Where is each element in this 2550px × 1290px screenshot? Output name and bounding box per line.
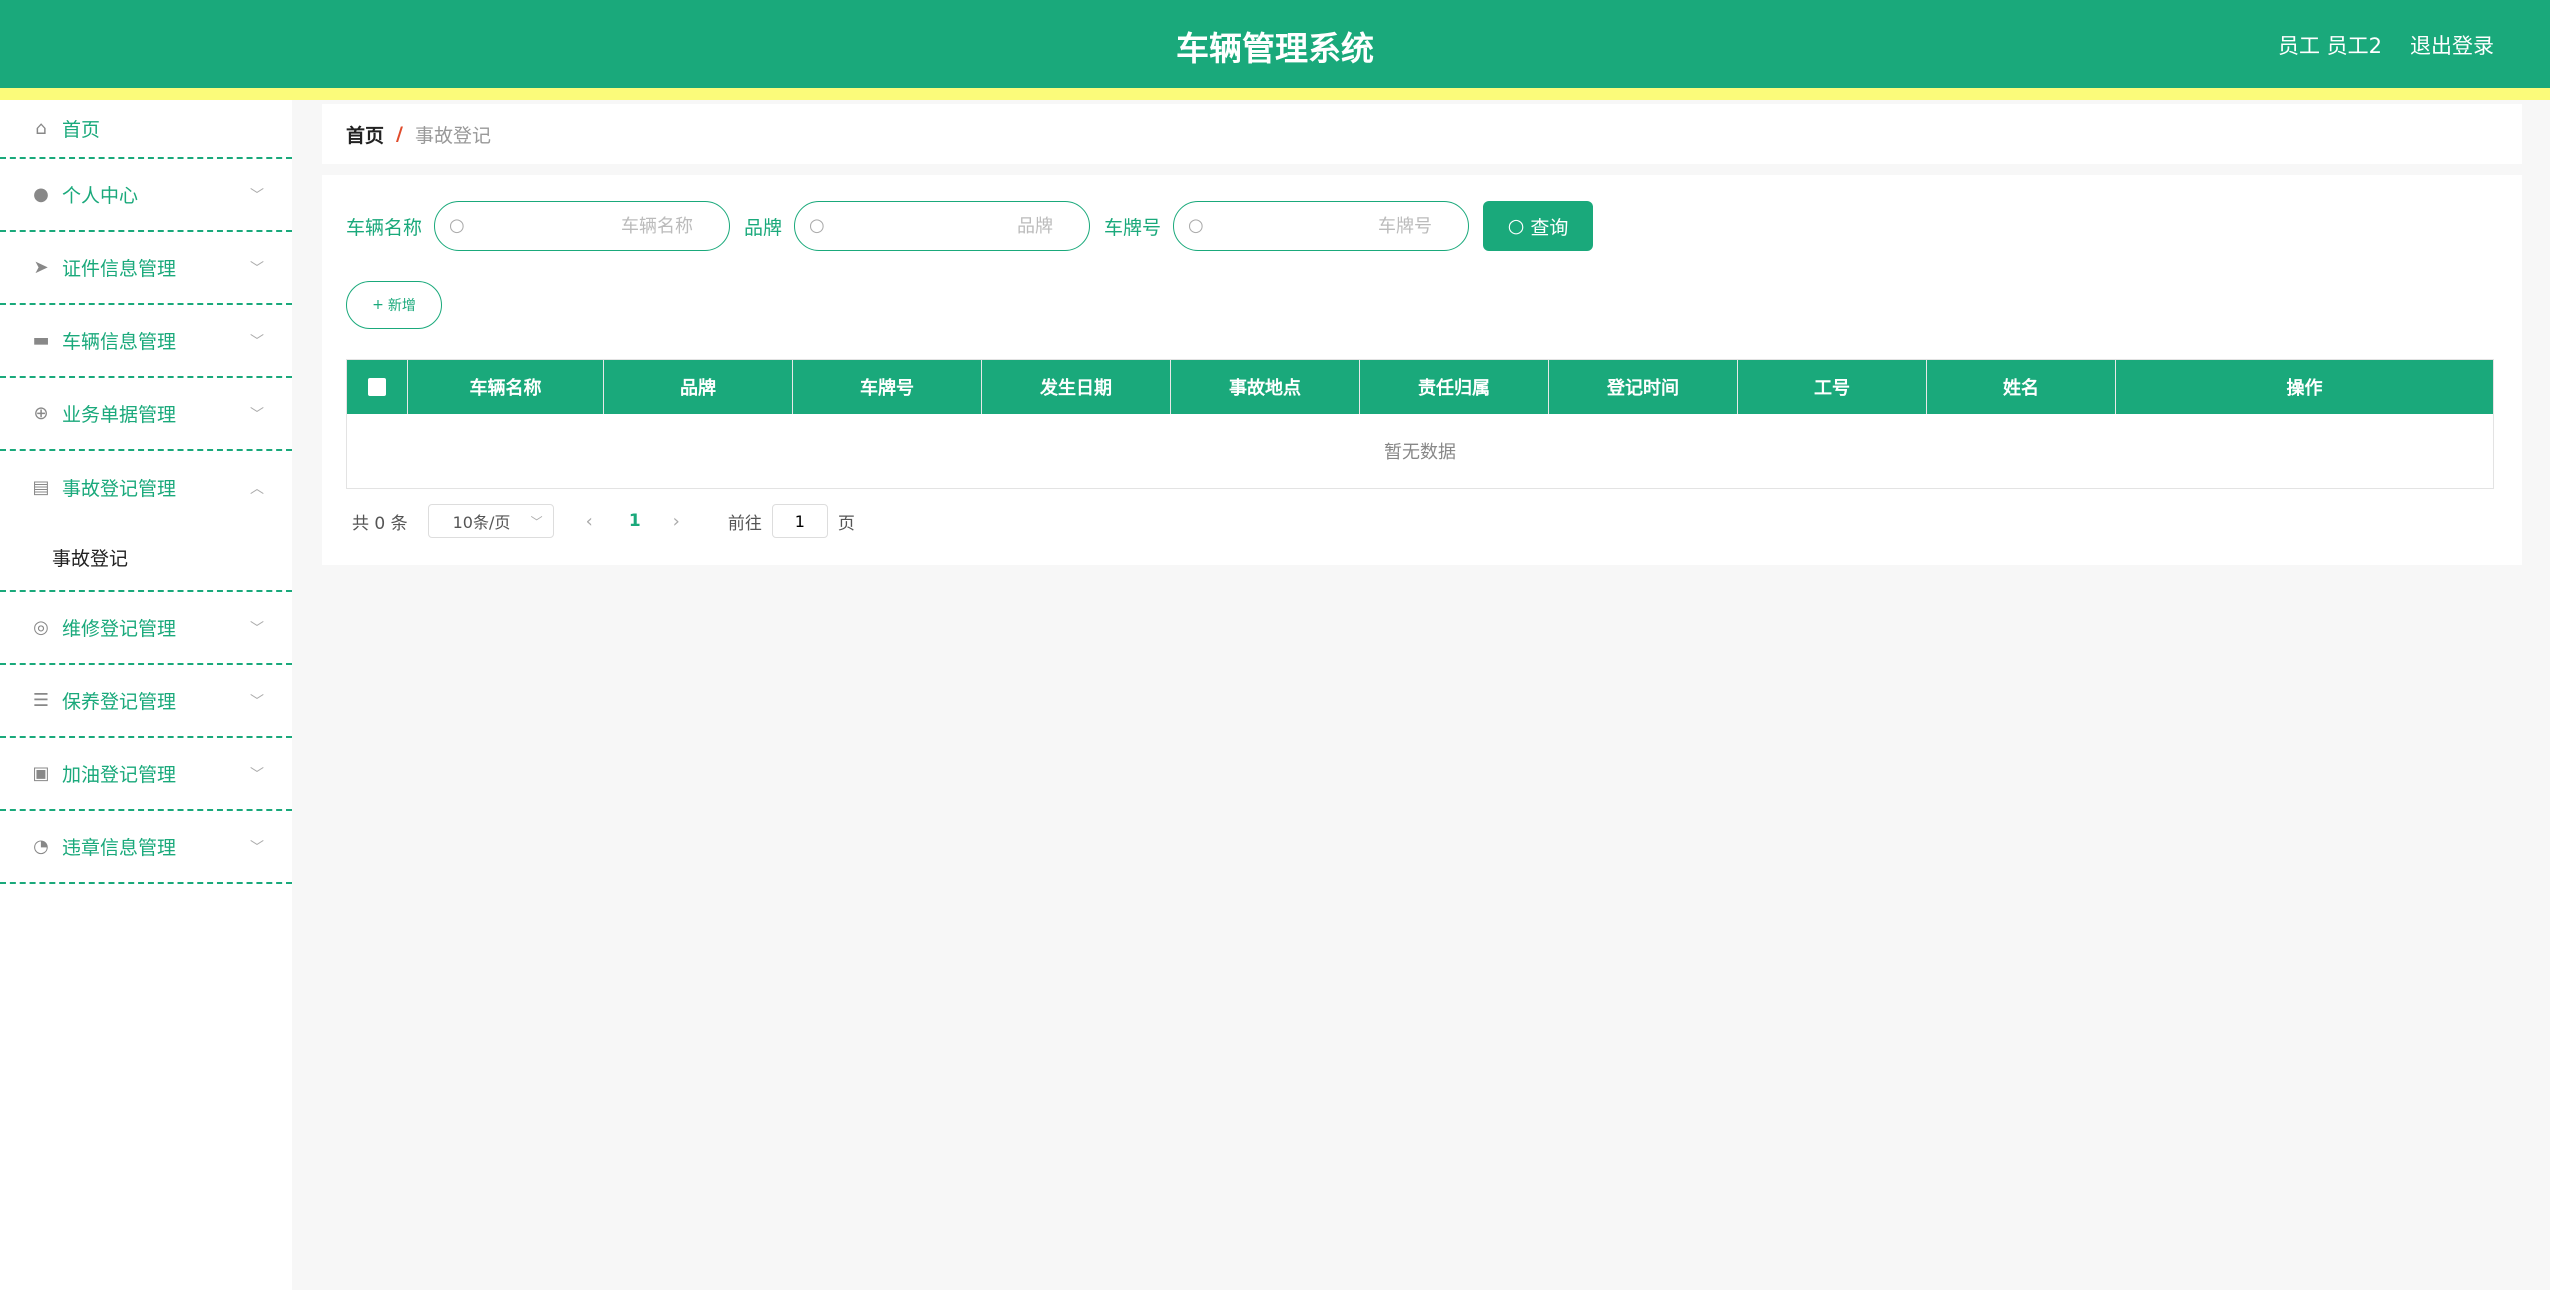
column-header: 操作 [2286, 378, 2323, 399]
top-header: 车辆管理系统 员工 员工2 退出登录 [0, 0, 2550, 100]
sidebar-group-accident: ▤ 事故登记管理 ︿ 事故登记 [0, 451, 292, 592]
add-button[interactable]: + 新增 [346, 281, 442, 329]
content-card: 车辆名称 ○ 品牌 ○ 车牌号 ○ ○ 查询 + 新增 车辆名称 品牌 [322, 175, 2522, 565]
plus-icon: + [372, 297, 384, 313]
search-icon: ○ [449, 215, 465, 236]
compass-icon: ◎ [33, 617, 49, 638]
total-count: 共 0 条 [352, 513, 408, 534]
home-icon: ⌂ [35, 118, 47, 139]
sidebar-item-personal-center[interactable]: ● 个人中心 ﹀ [0, 159, 292, 232]
user-icon: ● [33, 184, 49, 205]
breadcrumb-home[interactable]: 首页 [346, 121, 384, 148]
vehicle-name-input[interactable] [479, 212, 694, 240]
sidebar-item-maintenance[interactable]: ☰ 保养登记管理 ﹀ [0, 665, 292, 738]
sidebar-item-repair[interactable]: ◎ 维修登记管理 ﹀ [0, 592, 292, 665]
sidebar-item-home[interactable]: ⌂ 首页 [0, 100, 292, 159]
column-header: 车牌号 [793, 360, 982, 414]
column-header: 车辆名称 [408, 360, 604, 414]
brand-input[interactable] [839, 212, 1054, 240]
page-number[interactable]: 1 [629, 511, 641, 531]
page-suffix: 页 [837, 513, 855, 534]
crosshair-icon: ⊕ [33, 403, 49, 424]
sidebar-item-business-docs[interactable]: ⊕ 业务单据管理 ﹀ [0, 378, 292, 451]
send-icon: ➤ [33, 257, 49, 278]
sliders-icon: ☰ [32, 690, 50, 711]
empty-text: 暂无数据 [1384, 442, 1456, 463]
chevron-down-icon: ﹀ [250, 260, 264, 277]
chevron-down-icon: ﹀ [250, 693, 264, 710]
column-header: 品牌 [604, 360, 793, 414]
sidebar-item-label: 首页 [62, 119, 101, 141]
goto-page-input[interactable] [771, 504, 828, 538]
page-size-value: 10条/页 [452, 513, 511, 532]
sidebar-item-label: 维修登记管理 [62, 618, 177, 640]
sidebar-item-label: 个人中心 [62, 185, 139, 207]
breadcrumb-separator: / [396, 123, 403, 145]
sidebar-item-label: 事故登记管理 [62, 478, 177, 500]
sidebar: ⌂ 首页 ● 个人中心 ﹀ ➤ 证件信息管理 ﹀ ▬ 车辆信息管理 ﹀ ⊕ 业务… [0, 100, 292, 1290]
search-label-vehicle-name: 车辆名称 [346, 216, 423, 239]
sidebar-item-label: 业务单据管理 [62, 404, 177, 426]
select-all-checkbox[interactable] [368, 378, 386, 396]
sidebar-item-label: 保养登记管理 [62, 691, 177, 713]
chevron-down-icon: ﹀ [250, 766, 264, 783]
breadcrumb: 首页 / 事故登记 [322, 104, 2522, 164]
search-icon: ○ [1188, 215, 1204, 236]
chevron-down-icon: ﹀ [250, 839, 264, 856]
breadcrumb-current: 事故登记 [414, 124, 491, 147]
query-button-label: 查询 [1530, 216, 1569, 239]
column-header: 事故地点 [1171, 360, 1360, 414]
search-field-brand: ○ [794, 201, 1091, 251]
column-header: 登记时间 [1549, 360, 1738, 414]
search-field-plate: ○ [1173, 201, 1470, 251]
clipboard-icon: ▣ [32, 763, 50, 784]
query-button[interactable]: ○ 查询 [1483, 201, 1594, 251]
app-title: 车辆管理系统 [1176, 29, 1374, 68]
add-button-label: 新增 [387, 298, 416, 314]
table-header: 车辆名称 品牌 车牌号 发生日期 事故地点 责任归属 登记时间 工号 姓名 操作 [347, 360, 2493, 414]
monitor-icon: ▬ [32, 330, 50, 351]
column-header: 工号 [1738, 360, 1927, 414]
sidebar-item-label: 加油登记管理 [62, 764, 177, 786]
chevron-down-icon: ﹀ [250, 187, 264, 204]
sidebar-item-vehicle[interactable]: ▬ 车辆信息管理 ﹀ [0, 305, 292, 378]
sidebar-item-label: 违章信息管理 [62, 837, 177, 859]
goto-label: 前往 [727, 513, 762, 534]
chevron-down-icon: ﹀ [250, 620, 264, 637]
column-header: 发生日期 [982, 360, 1171, 414]
sidebar-item-accident[interactable]: ▤ 事故登记管理 ︿ [0, 451, 292, 524]
logout-button[interactable]: 退出登录 [2410, 30, 2494, 60]
search-icon: ○ [1507, 215, 1525, 237]
current-user-label: 员工 员工2 [2277, 34, 2382, 58]
chevron-down-icon: ﹀ [530, 514, 543, 529]
pagination: 共 0 条 10条/页 ﹀ ‹ 1 › 前往 页 [352, 503, 855, 539]
sidebar-item-label: 证件信息管理 [62, 258, 177, 280]
column-header: 姓名 [1927, 360, 2116, 414]
plate-input[interactable] [1218, 212, 1433, 240]
news-icon: ▤ [32, 477, 50, 498]
gauge-icon: ◔ [33, 836, 49, 857]
prev-page-icon[interactable]: ‹ [586, 511, 593, 532]
sidebar-item-certificate[interactable]: ➤ 证件信息管理 ﹀ [0, 232, 292, 305]
search-field-vehicle-name: ○ [434, 201, 731, 251]
search-icon: ○ [809, 215, 825, 236]
sidebar-item-refuel[interactable]: ▣ 加油登记管理 ﹀ [0, 738, 292, 811]
search-label-brand: 品牌 [744, 216, 783, 239]
chevron-down-icon: ﹀ [250, 333, 264, 350]
chevron-down-icon: ﹀ [250, 406, 264, 423]
next-page-icon[interactable]: › [673, 511, 680, 532]
page-size-select[interactable]: 10条/页 ﹀ [427, 504, 554, 538]
search-bar: 车辆名称 ○ 品牌 ○ 车牌号 ○ ○ 查询 [346, 201, 1594, 251]
column-header: 责任归属 [1360, 360, 1549, 414]
data-table: 车辆名称 品牌 车牌号 发生日期 事故地点 责任归属 登记时间 工号 姓名 操作… [346, 359, 2494, 489]
sidebar-subitem-accident-register[interactable]: 事故登记 [0, 524, 292, 590]
sidebar-item-label: 车辆信息管理 [62, 331, 177, 353]
search-label-plate: 车牌号 [1104, 216, 1162, 239]
sidebar-item-violation[interactable]: ◔ 违章信息管理 ﹀ [0, 811, 292, 884]
select-all-cell [347, 360, 408, 414]
chevron-up-icon: ︿ [250, 480, 264, 497]
